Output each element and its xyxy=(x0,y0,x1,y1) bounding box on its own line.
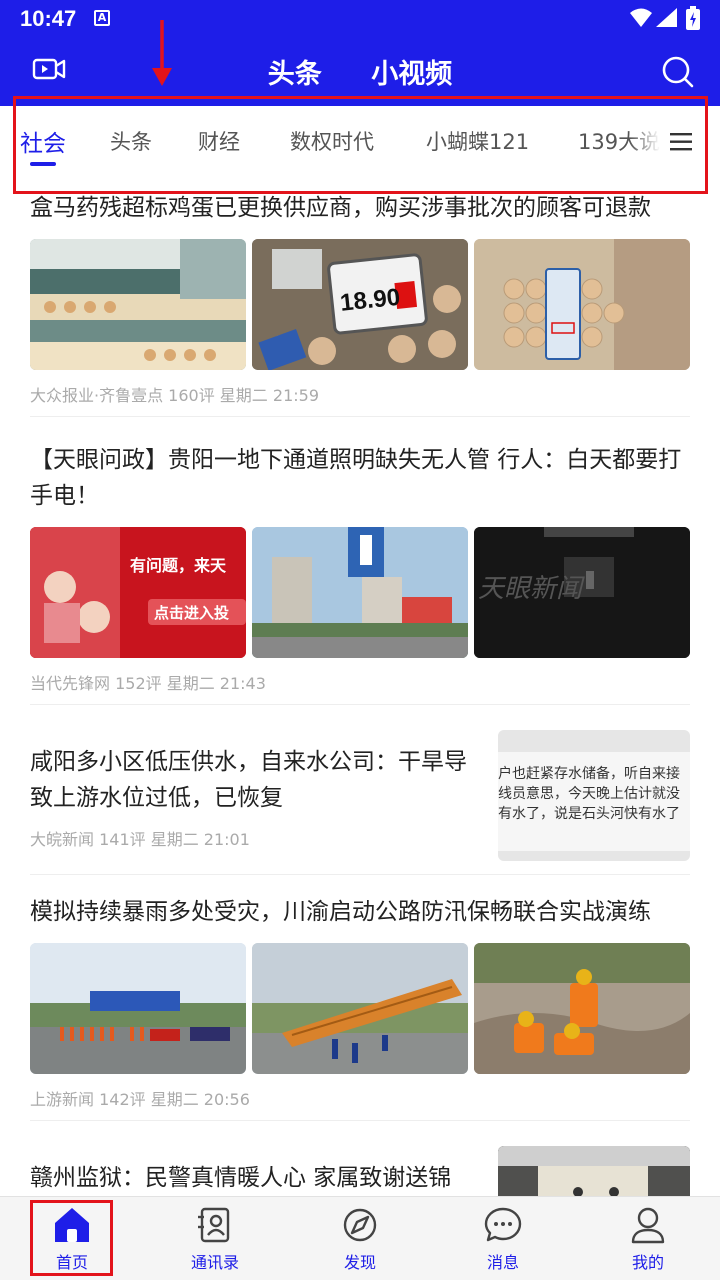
article-meta-row: 大众报业·齐鲁壹点 160评 星期二 21:59 xyxy=(30,382,690,406)
article-title[interactable]: 模拟持续暴雨多处受灾，川渝启动公路防汛保畅联合实战演练 xyxy=(30,894,690,930)
thumbnail-drill-crowd[interactable] xyxy=(30,943,246,1074)
annotation-arrow-icon xyxy=(152,20,172,86)
wifi-icon xyxy=(630,8,652,27)
news-article[interactable]: 模拟持续暴雨多处受灾，川渝启动公路防汛保畅联合实战演练 xyxy=(30,894,690,930)
banner-line-2: 点击进入投 xyxy=(154,604,229,622)
thumbnail-rescue-workers[interactable] xyxy=(474,943,690,1074)
person-icon xyxy=(631,1207,665,1244)
article-title[interactable]: 盒马药残超标鸡蛋已更换供应商，购买涉事批次的顾客可退款 xyxy=(30,190,690,226)
nav-label-messages: 消息 xyxy=(486,1253,519,1272)
header-tabs: 头条 小视频 xyxy=(0,52,720,91)
article-meta: 大皖新闻 141评 星期二 21:01 xyxy=(30,830,250,849)
thumbnail-underpass[interactable] xyxy=(252,527,468,658)
tab-short-video[interactable]: 小视频 xyxy=(371,59,452,90)
article-title[interactable]: 赣州监狱：民警真情暖人心 家属致谢送锦 xyxy=(30,1160,470,1196)
article-thumbnails[interactable]: 有问题，来天 点击进入投 天眼新闻 xyxy=(30,527,690,658)
contacts-icon xyxy=(198,1207,230,1243)
article-meta-row: 上游新闻 142评 星期二 20:56 xyxy=(30,1086,690,1110)
status-bar: 10:47 A xyxy=(0,0,720,36)
nav-label-contacts: 通讯录 xyxy=(190,1253,239,1272)
thumbnail-prison-hall[interactable] xyxy=(498,1146,690,1196)
chat-bubble-icon xyxy=(484,1207,522,1242)
thumbnail-dark-tunnel[interactable]: 天眼新闻 xyxy=(474,527,690,658)
article-meta-row: 当代先锋网 152评 星期二 21:43 xyxy=(30,670,690,694)
divider xyxy=(30,416,690,417)
news-feed[interactable]: 盒马药残超标鸡蛋已更换供应商，购买涉事批次的顾客可退款 18.90 大众报业·齐… xyxy=(0,186,720,1196)
search-icon[interactable] xyxy=(662,56,694,88)
nav-item-me[interactable]: 我的 xyxy=(598,1205,698,1273)
nav-item-discover[interactable]: 发现 xyxy=(310,1205,410,1273)
thumbnail-text: 户也赶紧存水储备，听自来接线员意思，今天晚上估计就没有水了，说是石头河快有水了 xyxy=(498,766,680,822)
news-article[interactable]: 盒马药残超标鸡蛋已更换供应商，购买涉事批次的顾客可退款 xyxy=(30,190,690,226)
thumbnail-bridge-drill[interactable] xyxy=(252,943,468,1074)
banner-line-1: 有问题，来天 xyxy=(130,556,227,575)
nav-item-contacts[interactable]: 通讯录 xyxy=(165,1205,265,1273)
thumbnail-price-tag[interactable]: 18.90 xyxy=(252,239,468,370)
article-thumbnails[interactable] xyxy=(30,943,690,1074)
top-bar: 10:47 A 头条 小视频 xyxy=(0,0,720,106)
annotation-home-box xyxy=(30,1200,113,1276)
nav-label-me: 我的 xyxy=(631,1253,664,1272)
thumbnail-promo-banner[interactable]: 有问题，来天 点击进入投 xyxy=(30,527,246,658)
nav-item-messages[interactable]: 消息 xyxy=(453,1205,553,1273)
nav-label-discover: 发现 xyxy=(343,1253,376,1272)
status-time: 10:47 xyxy=(20,6,77,31)
article-meta: 大众报业·齐鲁壹点 160评 星期二 21:59 xyxy=(30,386,319,405)
battery-icon xyxy=(686,6,700,30)
thumbnail-egg-box[interactable] xyxy=(474,239,690,370)
article-meta: 上游新闻 142评 星期二 20:56 xyxy=(30,1090,250,1109)
article-meta-row: 大皖新闻 141评 星期二 21:01 xyxy=(30,826,470,850)
article-title[interactable]: 咸阳多小区低压供水，自来水公司：干旱导致上游水位过低，已恢复 xyxy=(30,744,470,816)
divider xyxy=(30,874,690,875)
news-article[interactable]: 咸阳多小区低压供水，自来水公司：干旱导致上游水位过低，已恢复 xyxy=(30,744,470,816)
notification-a-icon: A xyxy=(94,10,110,26)
compass-icon xyxy=(343,1208,377,1242)
article-thumbnails[interactable]: 18.90 xyxy=(30,239,690,370)
thumbnail-supermarket[interactable] xyxy=(30,239,246,370)
divider xyxy=(30,704,690,705)
thumbnail-chat-screenshot[interactable]: 户也赶紧存水储备，听自来接线员意思，今天晚上估计就没有水了，说是石头河快有水了 xyxy=(498,730,690,861)
news-article[interactable]: 【天眼问政】贵阳一地下通道照明缺失无人管 行人：白天都要打手电！ xyxy=(30,442,690,514)
watermark-text: 天眼新闻 xyxy=(478,574,585,604)
tab-headlines[interactable]: 头条 xyxy=(268,59,322,90)
annotation-channel-box xyxy=(13,96,708,194)
article-title[interactable]: 【天眼问政】贵阳一地下通道照明缺失无人管 行人：白天都要打手电！ xyxy=(30,442,690,514)
article-meta: 当代先锋网 152评 星期二 21:43 xyxy=(30,674,266,693)
news-article[interactable]: 赣州监狱：民警真情暖人心 家属致谢送锦 xyxy=(30,1160,470,1196)
signal-icon xyxy=(656,8,677,27)
divider xyxy=(30,1120,690,1121)
